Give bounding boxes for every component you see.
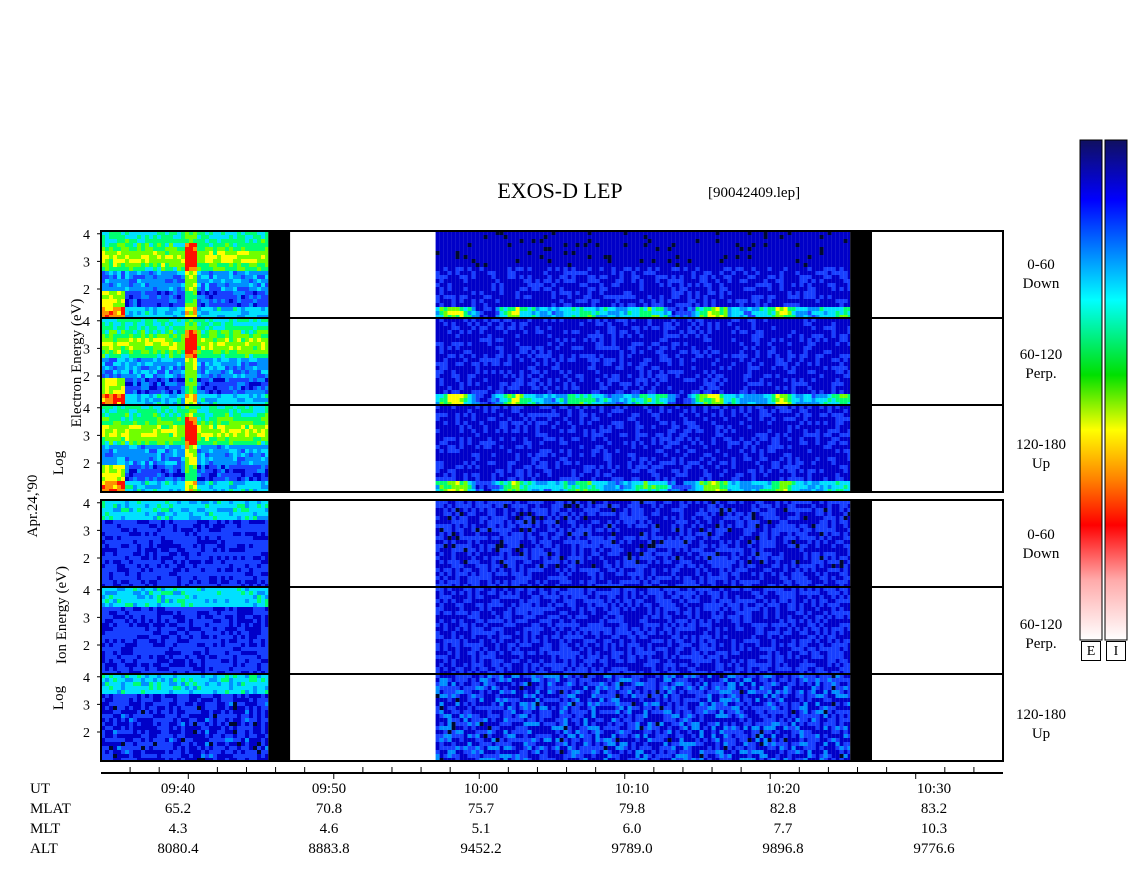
ephem-mlt: 6.0: [622, 821, 642, 837]
ion-ylabel-log: Log: [51, 685, 67, 711]
panel-direction: Up: [1031, 456, 1051, 472]
colorbar-i-label: I: [1106, 641, 1126, 661]
colorbar-e: [1079, 139, 1103, 641]
panel-angle: 60-120: [1019, 347, 1063, 363]
panel-label-i-perp: 60-120 Perp.: [991, 616, 1091, 654]
ephem-mlat: 65.2: [164, 801, 192, 817]
spectrogram-panels: 234234234234234234: [83, 228, 1004, 762]
y-tick-label: 4: [83, 584, 90, 599]
ephem-mlat: 70.8: [315, 801, 343, 817]
panel-direction: Perp.: [1025, 636, 1057, 652]
panel-direction: Perp.: [1025, 366, 1057, 382]
panel-angle: 60-120: [1019, 617, 1063, 633]
electron-ylabel-log: Log: [51, 450, 67, 476]
data-gap-black: [850, 674, 872, 761]
panel-label-e-up: 120-180 Up: [991, 436, 1091, 474]
colorbar-e-label: E: [1081, 641, 1101, 661]
ephem-mlt: 4.6: [319, 821, 339, 837]
y-tick-label: 3: [83, 698, 90, 713]
y-tick-label: 2: [83, 726, 90, 741]
ephem-mlat: 82.8: [769, 801, 797, 817]
ephem-ut: 09:50: [311, 781, 347, 797]
data-file-name: [90042409.lep]: [708, 185, 801, 201]
data-gap-black: [268, 674, 291, 761]
y-tick-label: 3: [83, 524, 90, 539]
panel-direction: Down: [1022, 546, 1060, 562]
spectrogram-panel-electron-1: 234: [83, 315, 1004, 406]
spectrogram-panel-ion-1: 2 3 4: [83, 584, 1004, 675]
y-tick-label: 4: [83, 228, 90, 243]
y-tick-label: 2: [83, 639, 90, 654]
panel-angle: 0-60: [1027, 257, 1055, 273]
panel-angle: 120-180: [1016, 707, 1066, 723]
ephem-ut: 10:20: [765, 781, 801, 797]
ephem-ut: 10:10: [614, 781, 650, 797]
y-tick-label: 4: [83, 497, 90, 512]
data-gap-black: [850, 318, 872, 405]
y-tick-label: 3: [83, 611, 90, 626]
data-gap-black: [850, 231, 872, 318]
ephem-row-mlat: MLAT: [30, 801, 71, 817]
plot-axes: [101, 767, 1003, 779]
data-gap-black: [850, 587, 872, 674]
ephem-alt: 8080.4: [157, 841, 199, 857]
ephem-mlat: 79.8: [618, 801, 646, 817]
panel-label-i-up: 120-180 Up: [991, 706, 1091, 744]
y-tick-label: 2: [83, 552, 90, 567]
ephem-row-alt: ALT: [30, 841, 58, 857]
ephem-alt: 9896.8: [762, 841, 804, 857]
ephem-ut: 10:30: [916, 781, 952, 797]
panel-direction: Up: [1031, 726, 1051, 742]
ion-ylabel: Ion Energy (eV): [54, 565, 70, 665]
ephem-mlt: 5.1: [471, 821, 491, 837]
ephem-mlt: 7.7: [773, 821, 793, 837]
spectrogram-panel-electron-0: 234: [83, 228, 1004, 319]
data-gap-black: [268, 405, 291, 492]
panel-label-e-down: 0-60 Down: [991, 256, 1091, 294]
data-gap-black: [268, 318, 291, 405]
ephem-alt: 8883.8: [308, 841, 350, 857]
ephem-ut: 10:00: [463, 781, 499, 797]
y-tick-label: 4: [83, 671, 90, 686]
ephem-alt: 9452.2: [460, 841, 502, 857]
ephem-row-mlt: MLT: [30, 821, 61, 837]
data-gap-black: [850, 500, 872, 587]
spectrogram-panel-ion-2: 2 3 4: [83, 671, 1004, 762]
ephem-alt: 9776.6: [913, 841, 955, 857]
date-label: Apr.24,'90: [25, 474, 41, 538]
panel-label-e-perp: 60-120 Perp.: [991, 346, 1091, 384]
ephem-mlt: 10.3: [920, 821, 948, 837]
data-gap-black: [268, 231, 291, 318]
data-gap-black: [268, 587, 291, 674]
panel-direction: Down: [1022, 276, 1060, 292]
panel-angle: 120-180: [1016, 437, 1066, 453]
ephem-row-ut: UT: [30, 781, 50, 797]
spectrogram-panel-ion-0: 2 3 4: [83, 497, 1004, 588]
ephem-alt: 9789.0: [611, 841, 653, 857]
spectrogram-panel-electron-2: 234: [83, 402, 1004, 493]
colorbar-i: [1104, 139, 1128, 641]
panel-angle: 0-60: [1027, 527, 1055, 543]
ephem-ut: 09:40: [160, 781, 196, 797]
data-gap-black: [268, 500, 291, 587]
ephem-mlat: 75.7: [467, 801, 495, 817]
ephem-mlat: 83.2: [920, 801, 948, 817]
spectrogram-chart: 234234234234234234: [83, 139, 1128, 779]
data-gap-black: [850, 405, 872, 492]
electron-ylabel: Electron Energy (eV): [69, 298, 85, 428]
chart-title: EXOS-D LEP: [497, 178, 623, 203]
panel-label-i-down: 0-60 Down: [991, 526, 1091, 564]
ephem-mlt: 4.3: [168, 821, 188, 837]
